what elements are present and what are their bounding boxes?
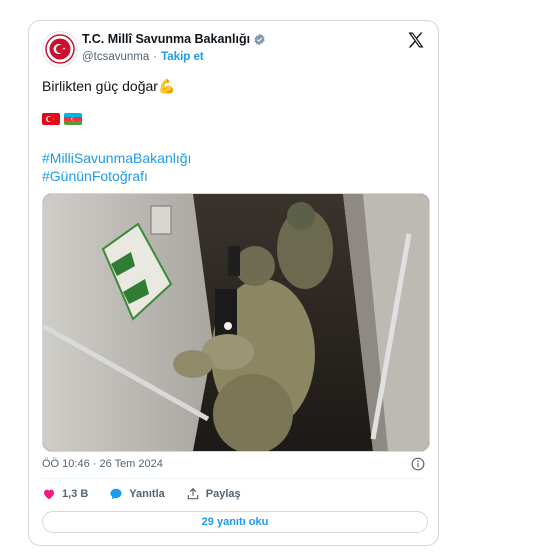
author-handle[interactable]: @tcsavunma [82,51,149,63]
share-button[interactable]: Paylaş [186,487,241,501]
azerbaijan-flag [64,113,82,125]
share-label: Paylaş [205,488,241,500]
soldiers-photo-illustration [43,194,429,451]
separator-dot: · [153,51,158,63]
like-count: 1,3 B [62,488,89,500]
like-button[interactable]: 1,3 B [42,487,88,501]
turkey-flag [42,113,60,125]
tweet-timestamp[interactable]: ÖÖ 10:46 · 26 Tem 2024 [42,458,163,470]
reply-bubble-icon [110,488,122,500]
share-icon [187,487,199,500]
x-logo-icon[interactable] [406,30,426,50]
tweet-embed-card: T.C. Millî Savunma Bakanlığı @tcsavunma … [28,20,439,546]
flag-emojis [42,113,82,125]
divider [42,478,425,479]
tweet-text: Birlikten güç doğar💪 [42,78,176,94]
author-name[interactable]: T.C. Millî Savunma Bakanlığı [82,32,250,46]
hashtag-list: #MilliSavunmaBakanlığı #GününFotoğrafı [42,149,191,185]
hashtag-link[interactable]: #MilliSavunmaBakanlığı [42,149,191,167]
action-bar: 1,3 B Yanıtla Paylaş [42,487,262,501]
ministry-logo-icon[interactable] [42,31,78,67]
info-icon[interactable] [411,457,425,471]
hashtag-link[interactable]: #GününFotoğrafı [42,167,191,185]
reply-label: Yanıtla [129,488,165,500]
reply-button[interactable]: Yanıtla [109,487,165,501]
heart-icon [44,489,54,500]
tweet-photo[interactable] [42,193,430,452]
read-replies-button[interactable]: 29 yanıtı oku [42,511,428,533]
follow-button[interactable]: Takip et [161,51,204,63]
verified-badge-icon [254,33,265,45]
